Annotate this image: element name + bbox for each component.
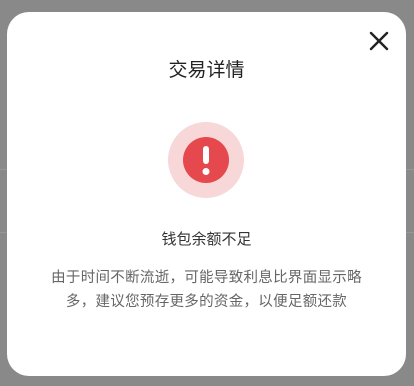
close-button[interactable] (366, 28, 392, 54)
close-icon (369, 31, 389, 51)
status-title: 钱包余额不足 (161, 230, 252, 248)
status-message: 由于时间不断流逝，可能导致利息比界面显示略多，建议您预存更多的资金，以便足额还款 (51, 270, 362, 310)
error-status-icon (168, 122, 244, 198)
transaction-details-dialog: 交易详情 钱包余额不足 由于时间不断流逝，可能导致利息比界面显示略多，建议您预存… (7, 12, 406, 376)
dialog-title: 交易详情 (168, 59, 245, 81)
exclamation-icon (168, 122, 244, 198)
